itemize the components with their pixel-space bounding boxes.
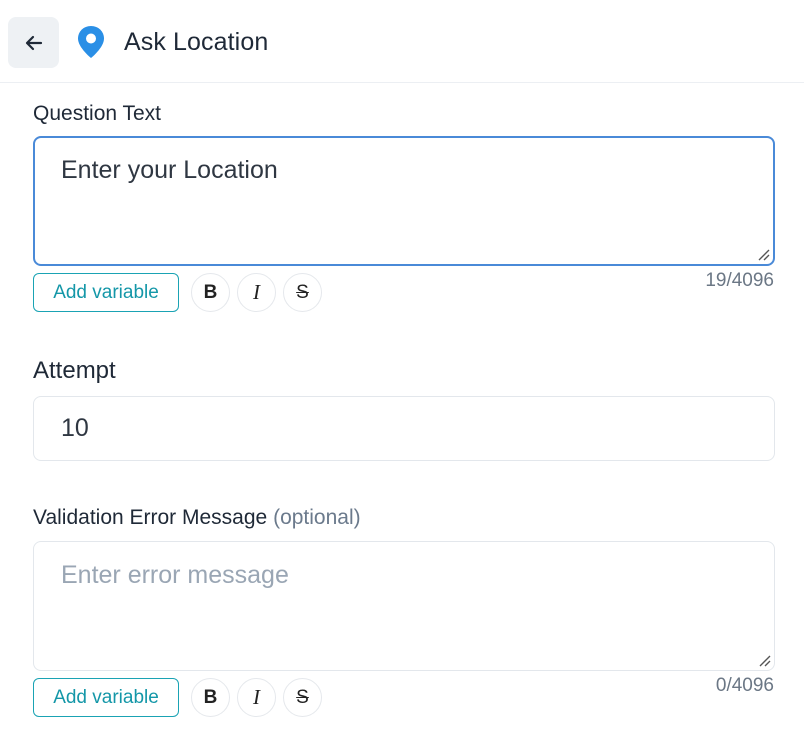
add-variable-button[interactable]: Add variable [33, 273, 179, 312]
question-text-value: Enter your Location [61, 156, 278, 184]
location-pin-icon [78, 26, 104, 58]
question-text-input[interactable]: Enter your Location [33, 136, 775, 266]
strikethrough-button[interactable]: S [283, 678, 322, 717]
validation-error-placeholder: Enter error message [61, 561, 289, 589]
bold-button[interactable]: B [191, 273, 230, 312]
strikethrough-button[interactable]: S [283, 273, 322, 312]
question-text-label: Question Text [33, 102, 162, 125]
italic-button[interactable]: I [237, 678, 276, 717]
optional-hint: (optional) [273, 506, 361, 529]
bold-button[interactable]: B [191, 678, 230, 717]
add-variable-button[interactable]: Add variable [33, 678, 179, 717]
page-title: Ask Location [124, 28, 269, 56]
attempt-input[interactable]: 10 [33, 396, 775, 461]
arrow-left-icon [25, 35, 42, 50]
validation-error-label-text: Validation Error Message [33, 506, 268, 529]
resize-handle-icon[interactable] [757, 653, 771, 667]
resize-handle-icon[interactable] [756, 247, 770, 261]
validation-error-label: Validation Error Message (optional) [33, 506, 361, 530]
validation-error-input[interactable]: Enter error message [33, 541, 775, 671]
question-char-counter: 19/4096 [705, 270, 774, 291]
back-button[interactable] [8, 17, 59, 68]
panel-header: Ask Location [0, 0, 804, 83]
attempt-label: Attempt [33, 357, 116, 384]
validation-char-counter: 0/4096 [715, 675, 774, 696]
italic-button[interactable]: I [237, 273, 276, 312]
